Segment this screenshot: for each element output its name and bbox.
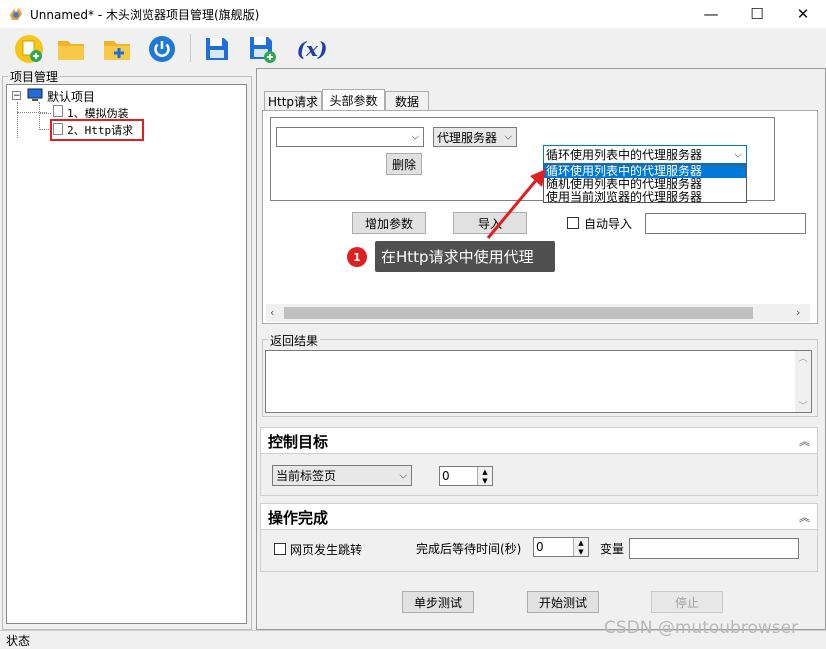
operation-done-header[interactable]: 操作完成 ︽ (260, 503, 818, 530)
control-target-header[interactable]: 控制目标 ︽ (260, 427, 818, 454)
project-panel-title: 项目管理 (8, 68, 61, 85)
title-bar: Unnamed* - 木头浏览器项目管理(旗舰版) — ☐ ✕ (0, 0, 826, 28)
power-icon[interactable] (145, 32, 179, 66)
close-button[interactable]: ✕ (780, 0, 826, 28)
chevron-down-icon: ⌵ (411, 131, 419, 143)
proxy-mode-dropdown-list[interactable]: 循环使用列表中的代理服务器 随机使用列表中的代理服务器 使用当前浏览器的代理服务… (543, 164, 747, 204)
proxy-mode-selected: 循环使用列表中的代理服务器 (546, 148, 703, 162)
stop-button[interactable]: 停止 (651, 591, 723, 613)
project-tree[interactable]: − 默认项目 1、模拟伪装 2、Http请求 (6, 84, 247, 624)
result-textarea[interactable] (265, 350, 812, 413)
tab-index-stepper[interactable]: 0 ▲ ▼ (439, 466, 493, 486)
maximize-button[interactable]: ☐ (734, 0, 780, 28)
operation-done-title: 操作完成 (268, 509, 329, 527)
open-folder-icon[interactable] (54, 32, 88, 66)
variable-input[interactable] (629, 538, 799, 559)
chevron-down-icon: ⌵ (399, 470, 407, 481)
scroll-right-icon[interactable]: › (796, 306, 800, 319)
result-scrollbar[interactable]: ︿ ﹀ (795, 351, 811, 412)
spin-down-icon[interactable]: ▼ (574, 547, 588, 556)
spin-up-icon[interactable]: ▲ (574, 538, 588, 547)
variable-label: 变量 (600, 542, 625, 556)
tab-headers[interactable]: 头部参数 (322, 89, 385, 111)
save-as-icon[interactable] (245, 32, 279, 66)
result-label: 返回结果 (268, 332, 321, 349)
new-project-icon[interactable] (12, 32, 46, 66)
auto-import-checkbox[interactable] (567, 217, 579, 229)
spin-up-icon[interactable]: ▲ (478, 467, 492, 476)
proxy-mode-option[interactable]: 循环使用列表中的代理服务器 (544, 165, 746, 178)
proxy-mode-select[interactable]: 循环使用列表中的代理服务器 ⌵ (543, 145, 747, 164)
chevron-down-icon: ⌵ (504, 131, 512, 143)
collapse-icon[interactable]: ︽ (799, 433, 810, 449)
tab-select-label: 当前标签页 (276, 469, 337, 483)
horizontal-scrollbar[interactable]: ‹ › (266, 304, 810, 322)
proxy-mode-option[interactable]: 使用当前浏览器的代理服务器 (544, 191, 746, 204)
collapse-icon[interactable]: ︽ (799, 509, 810, 525)
scrollbar-thumb[interactable] (284, 307, 753, 319)
tab-select[interactable]: 当前标签页 ⌵ (272, 465, 412, 486)
computer-icon (27, 88, 43, 102)
step-badge: 1 (347, 247, 367, 267)
auto-import-label: 自动导入 (584, 217, 633, 231)
step-test-button[interactable]: 单步测试 (402, 591, 474, 613)
tab-http-request[interactable]: Http请求 (264, 91, 322, 111)
tree-root-label[interactable]: 默认项目 (47, 88, 95, 105)
chevron-down-icon: ⌵ (734, 149, 742, 160)
spin-down-icon[interactable]: ▼ (478, 476, 492, 485)
save-icon[interactable] (200, 32, 234, 66)
annotation-arrow (486, 169, 546, 239)
control-target-title: 控制目标 (268, 433, 329, 451)
variable-icon[interactable]: (x) (292, 32, 332, 66)
add-folder-icon[interactable] (100, 32, 134, 66)
delete-button[interactable]: 删除 (386, 153, 422, 175)
document-icon (53, 123, 63, 135)
start-test-button[interactable]: 开始测试 (527, 591, 599, 613)
proxy-type-select[interactable]: 代理服务器 ⌵ (433, 127, 517, 147)
wait-time-stepper[interactable]: 0 ▲ ▼ (533, 537, 589, 557)
proxy-mode-option[interactable]: 随机使用列表中的代理服务器 (544, 178, 746, 191)
tab-data[interactable]: 数据 (385, 91, 429, 111)
status-text: 状态 (6, 634, 31, 648)
page-jump-label: 网页发生跳转 (290, 543, 363, 557)
add-param-button[interactable]: 增加参数 (352, 212, 426, 234)
proxy-type-label: 代理服务器 (437, 130, 498, 145)
tree-collapse-icon[interactable]: − (12, 91, 21, 101)
tree-item-http[interactable]: 2、Http请求 (67, 122, 133, 138)
wait-time-label: 完成后等待时间(秒) (416, 542, 522, 556)
watermark: CSDN @mutoubrowser (604, 618, 799, 638)
document-icon (53, 105, 63, 117)
scroll-left-icon[interactable]: ‹ (270, 306, 274, 319)
minimize-button[interactable]: — (688, 0, 734, 28)
auto-import-input[interactable] (645, 213, 806, 234)
app-icon (8, 6, 24, 22)
page-jump-checkbox[interactable] (274, 543, 286, 555)
toolbar-separator (190, 34, 191, 62)
param-combo[interactable]: ⌵ (276, 127, 424, 147)
window-title: Unnamed* - 木头浏览器项目管理(旗舰版) (30, 8, 260, 22)
